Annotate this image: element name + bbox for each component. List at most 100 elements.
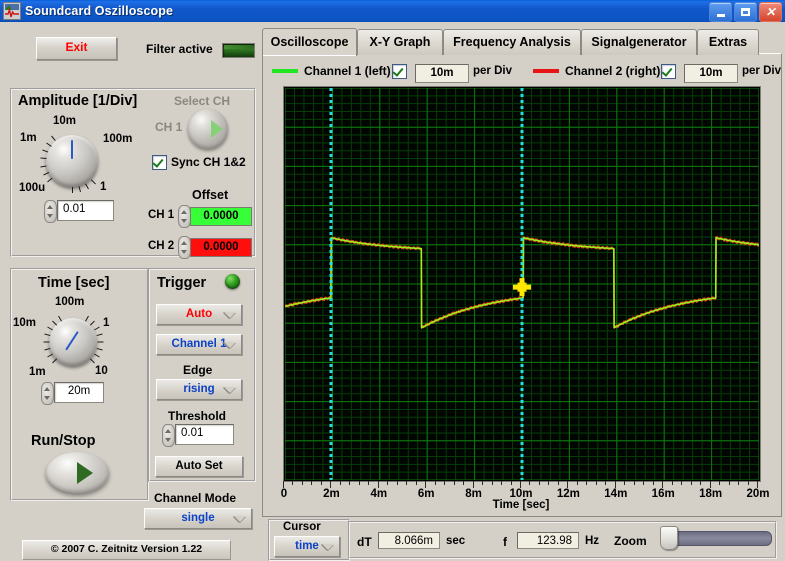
channel-1-color-swatch: [272, 69, 298, 73]
channel-2-label: Channel 2 (right): [565, 64, 661, 78]
amplitude-knob-label-1: 1: [100, 181, 107, 193]
x-axis-minor-tick: [301, 481, 303, 485]
plot-area[interactable]: [285, 88, 759, 480]
amplitude-knob-label-100m: 100m: [103, 133, 133, 145]
copyright-label: © 2007 C. Zeitnitz Version 1.22: [22, 540, 231, 560]
x-axis-major-tick: [330, 481, 332, 488]
exit-button[interactable]: Exit: [36, 37, 117, 60]
x-axis-major-tick: [425, 481, 427, 488]
spinner-down-icon: [44, 396, 50, 400]
x-axis-minor-tick: [652, 481, 654, 485]
offset-ch2-value[interactable]: 0.0000: [190, 238, 252, 257]
chevron-down-icon: [224, 387, 236, 393]
time-knob-label-10: 10: [95, 365, 108, 377]
x-axis-minor-tick: [320, 481, 322, 485]
close-button[interactable]: ✕: [759, 2, 782, 22]
time-spinner[interactable]: [41, 382, 54, 405]
oscilloscope-graph[interactable]: [283, 86, 761, 482]
channel-2-per-div-input[interactable]: 10m: [684, 64, 738, 83]
x-axis-minor-tick: [529, 481, 531, 485]
chevron-down-icon: [234, 516, 246, 522]
x-axis-major-tick: [662, 481, 664, 488]
dt-label: dT: [357, 535, 372, 549]
x-axis-minor-tick: [339, 481, 341, 485]
x-axis-minor-tick: [292, 481, 294, 485]
x-axis-minor-tick: [557, 481, 559, 485]
tab-frequency-analysis[interactable]: Frequency Analysis: [443, 29, 581, 55]
dt-value: 8.066m: [378, 532, 440, 549]
zoom-slider-track[interactable]: [664, 531, 772, 546]
x-axis-major-tick: [520, 481, 521, 488]
tab-x-y-graph[interactable]: X-Y Graph: [357, 29, 443, 55]
time-value-input[interactable]: 20m: [54, 382, 104, 403]
x-axis-minor-tick: [349, 481, 351, 485]
offset-label: Offset: [192, 188, 229, 202]
time-knob-label-10m: 10m: [13, 317, 37, 329]
spinner-up-icon: [181, 210, 187, 214]
time-title: Time [sec]: [38, 275, 110, 291]
time-knob-label-1m: 1m: [29, 366, 46, 378]
trigger-source-value: Channel 1: [171, 338, 227, 350]
cursor-label: Cursor: [283, 521, 321, 533]
oscilloscope-app-icon: [3, 2, 21, 20]
trigger-mode-value: Auto: [185, 308, 213, 320]
offset-ch1-value[interactable]: 0.0000: [190, 207, 252, 226]
threshold-label: Threshold: [168, 409, 227, 423]
x-axis-minor-tick: [406, 481, 408, 485]
auto-set-button[interactable]: Auto Set: [155, 456, 243, 477]
run-stop-button[interactable]: [46, 452, 109, 493]
zoom-slider-thumb[interactable]: [660, 526, 678, 550]
amplitude-knob-label-100u: 100u: [19, 182, 46, 194]
x-axis-minor-tick: [595, 481, 597, 485]
cursor-mode-value: time: [295, 540, 319, 552]
time-knob-pointer: [65, 331, 79, 351]
amplitude-knob-label-1m: 1m: [20, 132, 37, 144]
x-axis-minor-tick: [415, 481, 417, 485]
trigger-title: Trigger: [157, 275, 207, 291]
spinner-down-icon: [47, 214, 53, 218]
waveform-svg: [285, 88, 759, 480]
chevron-down-icon: [224, 342, 236, 348]
x-axis-minor-tick: [738, 481, 740, 485]
threshold-input[interactable]: 0.01: [175, 424, 234, 445]
tab-oscilloscope[interactable]: Oscilloscope: [262, 28, 357, 56]
select-ch-knob[interactable]: [188, 109, 228, 149]
amplitude-value-input[interactable]: 0.01: [57, 200, 114, 221]
x-axis-minor-tick: [368, 481, 370, 485]
x-axis-major-tick: [472, 481, 474, 488]
sync-channels-checkbox[interactable]: [152, 155, 167, 170]
channel-2-enable-checkbox[interactable]: [661, 64, 676, 79]
cursor-mode-select[interactable]: time: [274, 536, 340, 557]
amplitude-spinner[interactable]: [44, 200, 57, 223]
offset-ch1-label: CH 1: [148, 209, 175, 221]
x-axis-minor-tick: [491, 481, 493, 485]
trigger-edge-select[interactable]: rising: [156, 379, 242, 400]
tab-signalgenerator[interactable]: Signalgenerator: [581, 29, 697, 55]
x-axis-major-tick: [377, 481, 379, 488]
x-axis-title: Time [sec]: [492, 499, 550, 511]
x-axis-minor-tick: [463, 481, 465, 485]
channel-mode-select[interactable]: single: [144, 508, 252, 529]
spinner-up-icon: [181, 241, 187, 245]
channel-1-enable-checkbox[interactable]: [392, 64, 407, 79]
spinner-up-icon: [44, 387, 50, 391]
application-window: Soundcard Oszilloscope ✕ Exit Filter act…: [0, 0, 785, 561]
minimize-button[interactable]: [709, 2, 732, 22]
x-axis-major-tick: [614, 481, 616, 488]
x-axis-minor-tick: [728, 481, 730, 485]
x-axis-minor-tick: [681, 481, 683, 485]
trigger-mode-select[interactable]: Auto: [156, 304, 242, 325]
maximize-button[interactable]: [734, 2, 757, 22]
tab-extras[interactable]: Extras: [697, 29, 759, 55]
trigger-source-select[interactable]: Channel 1: [156, 334, 242, 355]
window-controls: ✕: [709, 2, 782, 22]
title-bar: Soundcard Oszilloscope ✕: [0, 0, 785, 22]
x-axis-minor-tick: [719, 481, 721, 485]
chevron-down-icon: [224, 312, 236, 318]
x-axis-minor-tick: [605, 481, 607, 485]
x-axis-minor-tick: [690, 481, 692, 485]
threshold-spinner[interactable]: [162, 424, 175, 447]
channel-1-per-div-input[interactable]: 10m: [415, 64, 469, 83]
knob-tick: [43, 341, 50, 343]
amplitude-knob-label-10m: 10m: [53, 115, 77, 127]
